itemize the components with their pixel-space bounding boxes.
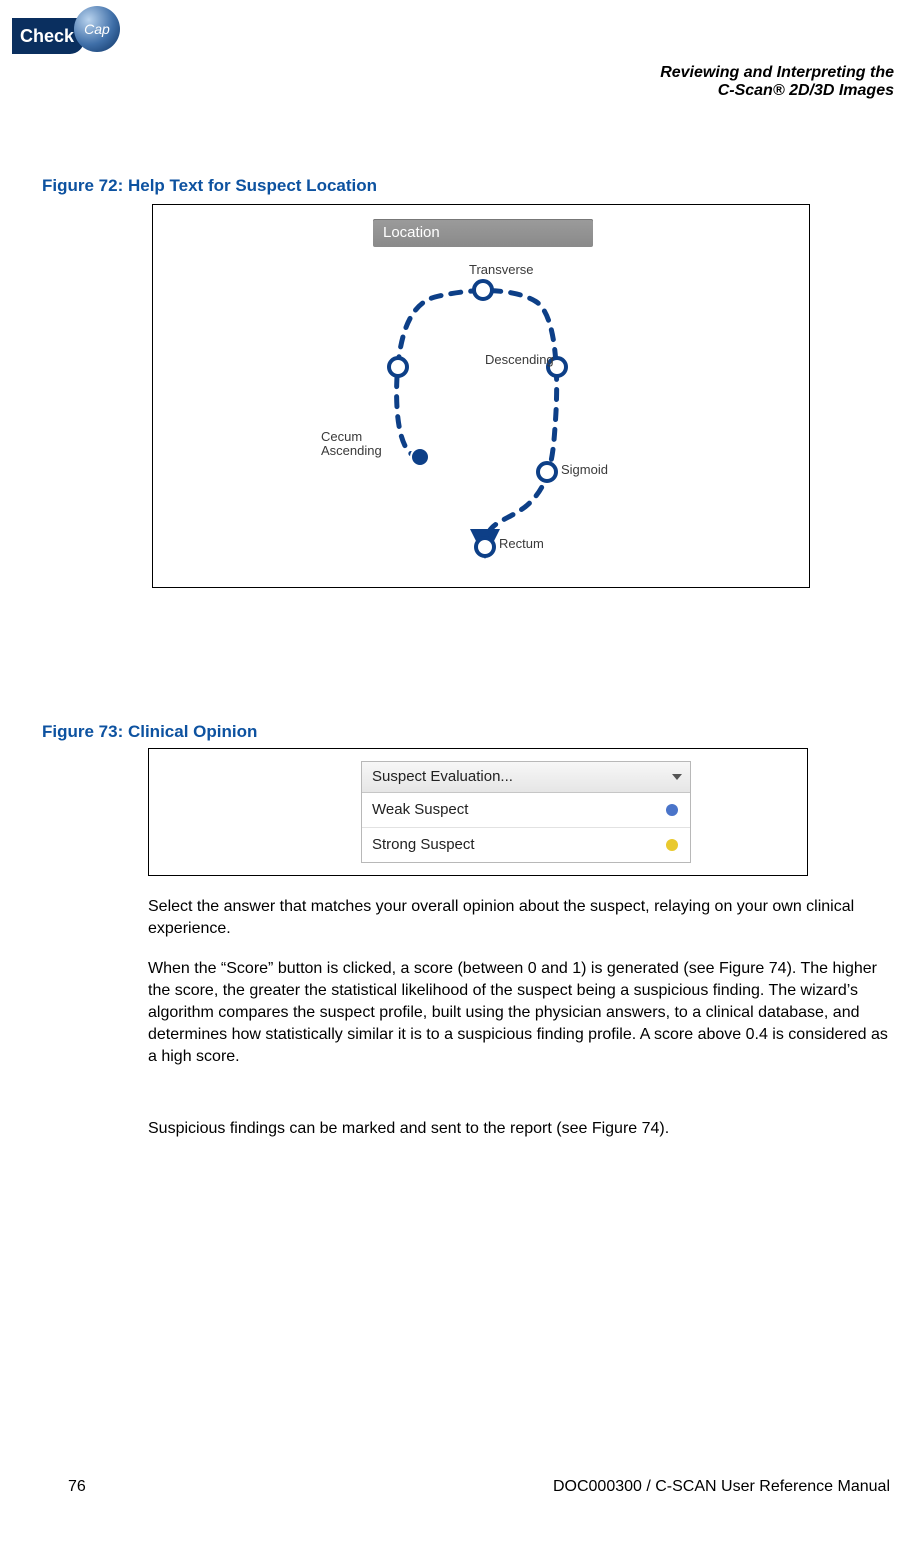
label-cecum: Cecum	[321, 430, 362, 444]
status-dot-yellow-icon	[666, 839, 678, 851]
figure73-frame: Suspect Evaluation... Weak Suspect Stron…	[148, 748, 808, 876]
dropdown-option-strong[interactable]: Strong Suspect	[362, 827, 690, 862]
brand-logo-word2: Cap	[74, 6, 120, 52]
figure73-caption: Figure 73: Clinical Opinion	[42, 722, 257, 742]
label-transverse: Transverse	[469, 263, 534, 277]
suspect-evaluation-dropdown[interactable]: Suspect Evaluation... Weak Suspect Stron…	[361, 761, 691, 863]
label-descending: Descending	[485, 353, 554, 367]
dropdown-placeholder: Suspect Evaluation...	[372, 768, 513, 785]
running-head-line1: Reviewing and Interpreting the	[660, 64, 894, 82]
paragraph-1: Select the answer that matches your over…	[148, 896, 898, 940]
dropdown-option-weak[interactable]: Weak Suspect	[362, 793, 690, 827]
running-head: Reviewing and Interpreting the C-Scan® 2…	[660, 64, 894, 100]
dropdown-option-label: Weak Suspect	[372, 801, 468, 818]
label-rectum: Rectum	[499, 537, 544, 551]
chevron-down-icon	[672, 774, 682, 780]
paragraph-3: Suspicious findings can be marked and se…	[148, 1118, 898, 1140]
figure72-frame: Location Transverse Descending Cecum Asc…	[152, 204, 810, 588]
status-dot-blue-icon	[666, 804, 678, 816]
brand-logo-word1: Check	[12, 18, 84, 54]
location-panel-title: Location	[373, 219, 593, 247]
paragraph-2: When the “Score” button is clicked, a sc…	[148, 958, 898, 1068]
brand-logo: Check Cap	[12, 6, 130, 66]
figure72-caption: Figure 72: Help Text for Suspect Locatio…	[42, 176, 377, 196]
label-ascending: Ascending	[321, 444, 382, 458]
manual-id: DOC000300 / C-SCAN User Reference Manual	[553, 1478, 890, 1496]
dropdown-option-label: Strong Suspect	[372, 836, 475, 853]
dropdown-selected[interactable]: Suspect Evaluation...	[362, 762, 690, 793]
running-head-line2: C-Scan® 2D/3D Images	[660, 82, 894, 100]
colon-diagram	[365, 257, 605, 567]
page-number: 76	[68, 1478, 86, 1496]
label-sigmoid: Sigmoid	[561, 463, 608, 477]
